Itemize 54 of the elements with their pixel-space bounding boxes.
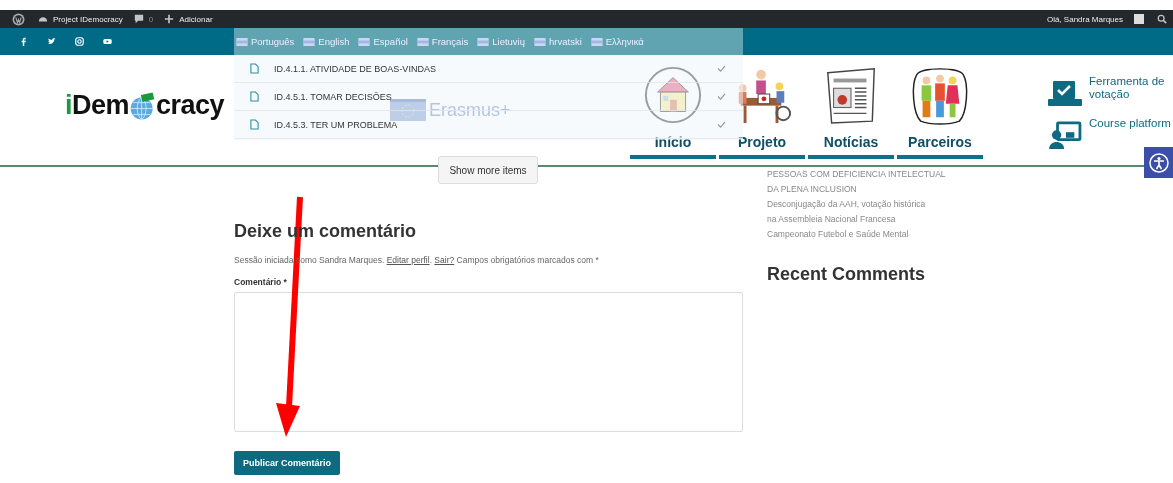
search-icon[interactable] <box>1157 14 1167 24</box>
ballot-box-icon <box>1047 79 1083 107</box>
comment-count[interactable]: 0 <box>148 14 154 24</box>
nav-link[interactable]: Parceiros <box>897 65 983 159</box>
house-icon <box>643 65 703 125</box>
site-name-link[interactable]: Project IDemocracy <box>53 14 123 24</box>
document-icon <box>250 119 259 130</box>
dashboard-icon[interactable] <box>38 14 48 24</box>
presentation-icon <box>1047 121 1083 149</box>
submit-button[interactable]: Publicar Comentário <box>234 451 341 475</box>
flag-icon <box>590 37 603 46</box>
accessibility-icon[interactable] <box>1144 147 1173 178</box>
flag-icon <box>358 37 371 46</box>
recent-post-link[interactable]: DA PLENA INCLUSION <box>767 182 967 197</box>
facebook-icon[interactable] <box>19 37 28 46</box>
nav-link[interactable]: Notícias <box>808 65 894 159</box>
language-name: hrvatski <box>549 36 582 47</box>
flag-icon <box>534 37 546 46</box>
recent-post-link[interactable]: Desconjugação da AAH, votação histórica <box>767 197 967 212</box>
wordpress-logo-icon[interactable] <box>12 12 25 26</box>
people-icon <box>910 65 970 125</box>
document-icon <box>250 91 259 102</box>
comment-field[interactable] <box>234 292 743 432</box>
recent-comments-heading: Recent Comments <box>767 264 927 285</box>
tool-link[interactable]: Course platform <box>1047 117 1173 149</box>
comment-label: Comentário * <box>234 277 288 287</box>
flag-icon <box>303 37 316 46</box>
nav-link[interactable]: Projeto <box>719 65 805 159</box>
recent-post-link[interactable]: PESSOAS COM DEFICIENCIA INTELECTUAL <box>767 167 967 182</box>
twitter-icon[interactable] <box>47 37 56 46</box>
youtube-icon[interactable] <box>103 37 112 46</box>
nav-link[interactable]: Início <box>630 65 716 159</box>
flag-icon <box>416 37 429 46</box>
language-name: Français <box>431 36 469 47</box>
flag-icon <box>477 37 490 46</box>
recent-post-link[interactable]: na Assembleia Nacional Francesa <box>767 212 967 227</box>
show-more-button[interactable]: Show more items <box>438 156 538 184</box>
language-name: Español <box>373 36 408 47</box>
comment-icon[interactable] <box>133 14 144 24</box>
add-new-link[interactable]: Adicionar <box>179 14 213 24</box>
tool-link[interactable]: Ferramenta de votação <box>1047 75 1173 107</box>
logout-link[interactable]: Sair? <box>434 255 455 265</box>
dropdown-item[interactable]: ID.4.1.1. ATIVIDADE DE BOAS-VINDAS <box>234 55 743 83</box>
recent-post-link[interactable]: Campeonato Futebol e Saúde Mental <box>767 227 967 242</box>
document-icon <box>250 63 259 74</box>
edit-profile-link[interactable]: Editar perfil <box>386 255 430 265</box>
plus-icon[interactable] <box>164 14 175 24</box>
language-name: Português <box>251 36 295 47</box>
instagram-icon[interactable] <box>75 37 84 46</box>
language-name: Ελληνικά <box>605 36 644 47</box>
language-name: English <box>318 36 350 47</box>
flag-icon <box>236 37 248 46</box>
greeting-link[interactable]: Olá, Sandra Marques <box>1046 14 1123 24</box>
language-name: Lietuvių <box>492 36 525 47</box>
